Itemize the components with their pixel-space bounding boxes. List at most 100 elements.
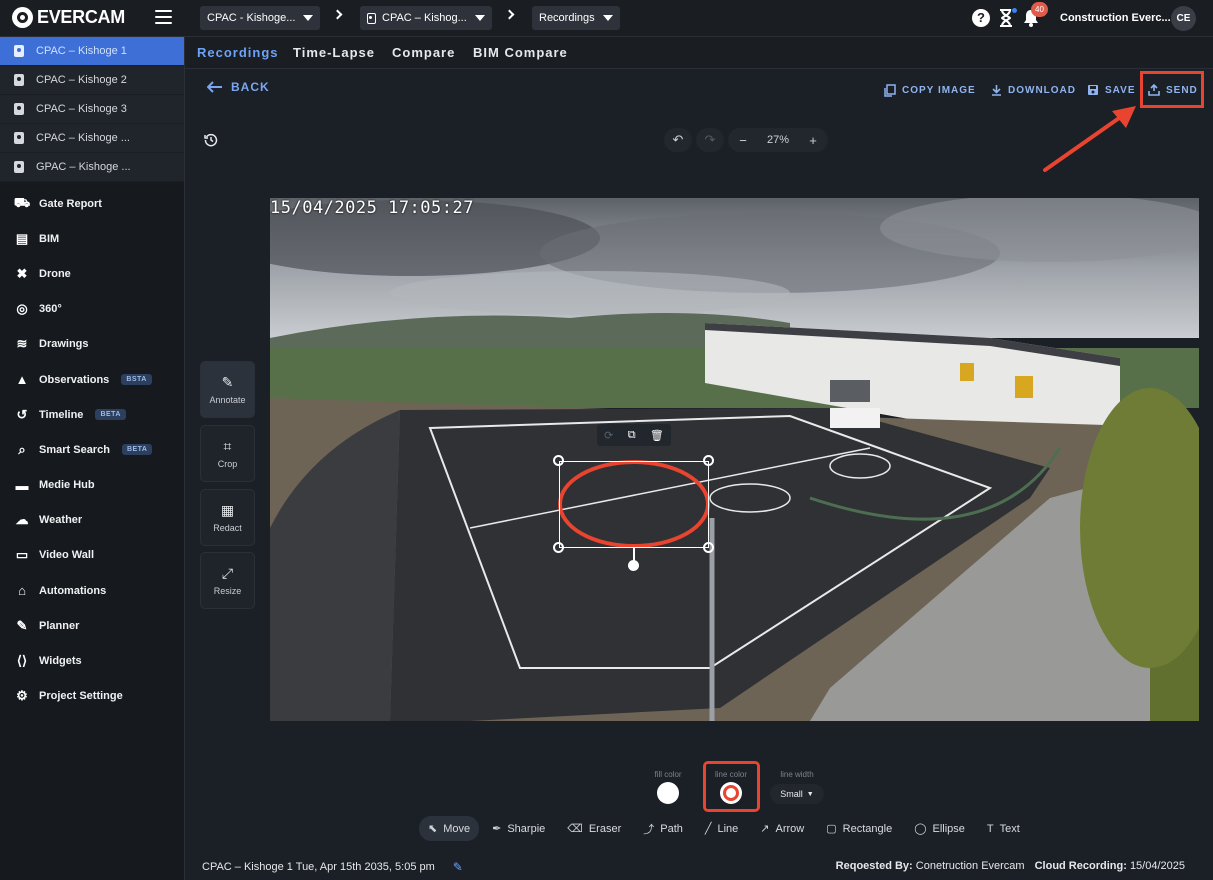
history-icon[interactable]: [204, 133, 218, 147]
arrow-tool[interactable]: ↗ Arrow: [751, 816, 813, 841]
resize-handle[interactable]: [553, 455, 564, 466]
path-tool[interactable]: ⤴ Path: [634, 816, 692, 841]
arrow-left-icon: [207, 81, 222, 93]
camera-icon: [14, 45, 24, 57]
sidebar-item-bim[interactable]: ▤ BIM: [0, 221, 184, 256]
resize-tool[interactable]: ⤢ Resize: [200, 552, 255, 609]
eraser-icon: ⌫: [567, 823, 583, 835]
sidebar-item-project-settings[interactable]: ⚙ Project Settinge: [0, 679, 184, 714]
resize-handle[interactable]: [703, 542, 714, 553]
sidebar-item-label: Drawings: [39, 338, 89, 351]
breadcrumb-camera[interactable]: CPAC – Kishog...: [360, 6, 492, 30]
annotation-arrow-icon: [1043, 106, 1136, 172]
camera-item-label: CPAC – Kishoge ...: [36, 132, 130, 144]
camera-item-kishoge-3[interactable]: CPAC – Kishoge 3: [0, 95, 184, 124]
user-name[interactable]: Construction Everc...: [1060, 12, 1171, 24]
tab-bim-compare[interactable]: BIM Compare: [473, 45, 568, 60]
fill-color-swatch[interactable]: [657, 782, 679, 804]
sidebar-item-drone[interactable]: ✖ Drone: [0, 256, 184, 291]
rotation-handle[interactable]: [628, 560, 639, 571]
download-icon: [992, 85, 1001, 96]
edit-icon[interactable]: ✎: [453, 860, 463, 874]
sidebar-item-360[interactable]: ◎ 360°: [0, 292, 184, 327]
line-color-swatch[interactable]: [720, 782, 742, 804]
sidebar-item-video-wall[interactable]: ▭ Video Wall: [0, 538, 184, 573]
sidebar-item-label: Timeline: [39, 408, 84, 421]
copy-image-button[interactable]: COPY IMAGE: [884, 84, 976, 97]
sidebar-item-smart-search[interactable]: ⌕ Smart Search BETA: [0, 432, 184, 467]
beta-badge: BSTA: [121, 374, 152, 386]
redo-button[interactable]: ↷: [696, 128, 724, 152]
beta-badge: BETA: [95, 409, 126, 421]
camera-item-kishoge-4[interactable]: CPAC – Kishoge ...: [0, 124, 184, 153]
eraser-tool[interactable]: ⌫ Eraser: [558, 816, 630, 841]
help-icon[interactable]: ?: [972, 9, 990, 27]
sidebar-item-planner[interactable]: ✎ Planner: [0, 608, 184, 643]
rectangle-tool[interactable]: ▢ Rectangle: [817, 816, 901, 841]
evercam-logo-icon: [12, 7, 33, 28]
tab-recordings[interactable]: Recordings: [197, 45, 279, 60]
sidebar-item-label: Medie Hub: [39, 479, 95, 492]
avatar[interactable]: CE: [1171, 6, 1196, 31]
camera-item-kishoge-5[interactable]: GPAC – Kishoge ...: [0, 153, 184, 182]
sidebar-item-label: Weather: [39, 514, 83, 527]
save-icon: [1088, 85, 1098, 95]
breadcrumb-project-label: CPAC - Kishoge...: [207, 12, 296, 24]
camera-icon: [14, 132, 24, 144]
cloud-recording-label: Cloud Recording:: [1034, 860, 1127, 872]
caret-down-icon: ▼: [806, 790, 814, 798]
sidebar-item-media-hub[interactable]: ▬ Medie Hub: [0, 468, 184, 503]
send-highlight-box: [1140, 71, 1204, 108]
code-icon: ⟨⟩: [16, 653, 28, 669]
sidebar-item-automations[interactable]: ⌂ Automations: [0, 573, 184, 608]
camera-item-kishoge-2[interactable]: CPAC – Kishoge 2: [0, 66, 184, 95]
zoom-out-button[interactable]: −: [732, 133, 754, 148]
panorama-icon: ◎: [16, 301, 28, 317]
sidebar-item-gate-report[interactable]: ⛟ Gate Report: [0, 186, 184, 221]
trash-icon[interactable]: 🗑: [650, 429, 664, 442]
camera-item-label: CPAC – Kishoge 3: [36, 103, 127, 115]
sidebar-item-weather[interactable]: ☁ Weather: [0, 503, 184, 538]
ellipse-tool[interactable]: ◯ Ellipse: [905, 816, 974, 841]
crop-tool[interactable]: ⌗ Crop: [200, 425, 255, 482]
chevron-down-icon: [602, 15, 613, 21]
download-button[interactable]: DOWNLOAD: [991, 84, 1076, 96]
zoom-in-button[interactable]: +: [802, 133, 824, 148]
sharpie-tool[interactable]: ✒ Sharpie: [483, 816, 554, 841]
sidebar-item-drawings[interactable]: ≋ Drawings: [0, 327, 184, 362]
line-tool[interactable]: ╱ Line: [696, 816, 747, 841]
zoom-control: − 27% +: [728, 128, 828, 152]
move-tool[interactable]: ⬉ Move: [419, 816, 480, 841]
back-button[interactable]: BACK: [207, 80, 270, 94]
sidebar-item-observations[interactable]: ▲ Observations BSTA: [0, 362, 184, 397]
draw-toolbar: ⬉ Move ✒ Sharpie ⌫ Eraser ⤴ Path ╱ Line …: [419, 816, 1033, 841]
resize-handle[interactable]: [553, 542, 564, 553]
save-button[interactable]: SAVE: [1087, 84, 1136, 96]
camera-snapshot[interactable]: [270, 198, 1199, 721]
rotate-icon[interactable]: ⟳: [604, 429, 613, 442]
evercam-logo[interactable]: EVERCAM: [12, 7, 125, 28]
line-color-label: line color: [714, 770, 747, 779]
undo-button[interactable]: ↶: [664, 128, 692, 152]
redact-tool[interactable]: ▦ Redact: [200, 489, 255, 546]
main-tabs: Recordings Time-Lapse Compare BIM Compar…: [185, 37, 1213, 69]
tab-compare[interactable]: Compare: [392, 45, 455, 60]
camera-icon: [14, 103, 24, 115]
cursor-icon: ⬉: [428, 823, 438, 835]
breadcrumb-section[interactable]: Recordings: [532, 6, 620, 30]
menu-icon[interactable]: [155, 10, 172, 24]
sidebar-item-widgets[interactable]: ⟨⟩ Widgets: [0, 643, 184, 678]
breadcrumb-project[interactable]: CPAC - Kishoge...: [200, 6, 321, 30]
camera-item-kishoge-1[interactable]: CPAC – Kishoge 1: [0, 37, 184, 66]
line-width-select[interactable]: Small ▼: [770, 784, 824, 804]
redact-label: Redact: [213, 522, 242, 533]
resize-handle[interactable]: [703, 455, 714, 466]
selection-box[interactable]: [559, 461, 709, 548]
breadcrumb-section-label: Recordings: [539, 12, 595, 24]
tab-time-lapse[interactable]: Time-Lapse: [293, 45, 375, 60]
sidebar-item-timeline[interactable]: ↺ Timeline BETA: [0, 397, 184, 432]
duplicate-icon[interactable]: ⧉: [628, 429, 636, 442]
text-tool[interactable]: T Text: [978, 816, 1029, 841]
annotate-tool[interactable]: ✎ Annotate: [200, 361, 255, 418]
text-tool-label: Text: [999, 822, 1020, 835]
